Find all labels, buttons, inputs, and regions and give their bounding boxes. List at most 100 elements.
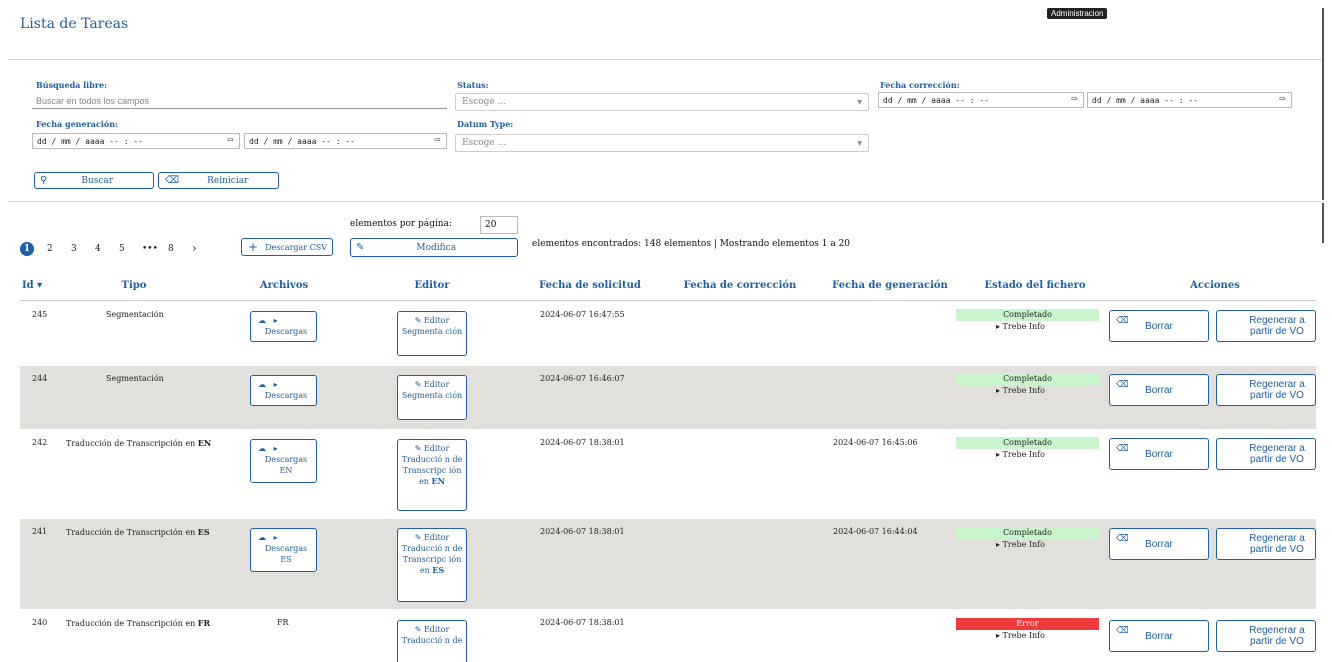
editor-label: Editor Traducció n de (401, 625, 463, 645)
page-ellipsis[interactable]: ••• (142, 244, 158, 254)
header-fecha-correccion[interactable]: Fecha de corrección (670, 280, 810, 291)
descargas-label: Descargas ES (264, 544, 308, 564)
descargas-button[interactable]: ☁ ▸ Descargas EN (250, 439, 317, 483)
borrar-button[interactable]: ⌫ Borrar (1109, 528, 1209, 560)
fecha-correccion-hasta[interactable]: dd / mm / aaaa -- : -- ▭ (1087, 92, 1292, 108)
tooltip: Administracion (1047, 8, 1108, 19)
header-bar (8, 8, 1324, 60)
regenerar-button[interactable]: Regenerar a partir de VO (1216, 310, 1316, 342)
cloud-icon: ☁ (258, 533, 266, 542)
cell-fecha-solicitud: 2024-06-07 16:46:07 (540, 374, 625, 383)
descargas-button[interactable]: ☁ ▸ Descargas (250, 375, 317, 406)
datum-select-value: Escoge ... (462, 138, 507, 148)
search-icon: ⚲ (40, 175, 48, 186)
cell-fecha-solicitud: 2024-06-07 18:38:01 (540, 618, 625, 627)
descargas-button[interactable]: ☁ ▸ Descargas (250, 311, 317, 342)
descargas-button[interactable]: ☁ ▸ Descargas ES (250, 528, 317, 572)
regenerar-button[interactable]: Regenerar a partir de VO (1216, 620, 1316, 652)
editor-button[interactable]: ✎ Editor Traducció n de (397, 620, 467, 662)
eraser-icon: ⌫ (1116, 533, 1129, 543)
header-id[interactable]: Id ▾ (22, 280, 52, 291)
fecha-generacion-desde[interactable]: dd / mm / aaaa -- : -- ▭ (32, 133, 240, 149)
status-badge: Completado (956, 437, 1099, 449)
descargar-csv-label: Descargar CSV (265, 242, 328, 252)
eraser-icon: ⌫ (1116, 625, 1129, 635)
cell-id: 242 (32, 438, 48, 447)
edit-icon: ✎ (414, 316, 422, 325)
regenerar-button[interactable]: Regenerar a partir de VO (1216, 528, 1316, 560)
regenerar-label: Regenerar a partir de VO (1249, 315, 1305, 337)
buscar-button[interactable]: ⚲ Buscar (34, 172, 154, 189)
cell-tipo: Traducción de Transcripción en EN (66, 438, 211, 448)
trebe-info-toggle[interactable]: ▸ Trebe Info (996, 386, 1045, 395)
status-select[interactable]: Escoge ... ▼ (455, 93, 869, 111)
regenerar-button[interactable]: Regenerar a partir de VO (1216, 438, 1316, 470)
page-1[interactable]: 1 (20, 242, 34, 256)
search-input[interactable]: Buscar en todos los campos (32, 93, 447, 109)
descargas-label: Descargas (264, 327, 308, 336)
trebe-info-toggle[interactable]: ▸ Trebe Info (996, 540, 1045, 549)
fecha-generacion-label: Fecha generación: (36, 119, 118, 129)
tipo-prefix: Traducción de Transcripción en (66, 528, 196, 537)
page-2[interactable]: 2 (47, 244, 53, 254)
borrar-label: Borrar (1145, 538, 1173, 550)
tipo-lang: EN (197, 438, 212, 448)
header-tipo[interactable]: Tipo (84, 280, 184, 291)
edit-icon: ✎ (414, 533, 422, 542)
editor-button[interactable]: ✎ Editor Segmenta ción (397, 311, 467, 356)
borrar-button[interactable]: ⌫ Borrar (1109, 620, 1209, 652)
date-placeholder: dd / mm / aaaa -- : -- (883, 95, 989, 105)
calendar-icon[interactable]: ▭ (1280, 94, 1285, 104)
datum-type-select[interactable]: Escoge ... ▼ (455, 134, 869, 152)
status-label: Status: (457, 80, 489, 90)
header-divider (20, 300, 1316, 301)
editor-label: Editor Segmenta ción (401, 380, 463, 400)
borrar-button[interactable]: ⌫ Borrar (1109, 374, 1209, 406)
page-3[interactable]: 3 (71, 244, 77, 254)
descargar-csv-button[interactable]: + Descargar CSV (241, 238, 333, 256)
header-fecha-generacion[interactable]: Fecha de generación (820, 280, 960, 291)
per-page-label: elementos por página: (350, 219, 453, 229)
borrar-label: Borrar (1145, 320, 1173, 332)
calendar-icon[interactable]: ▭ (228, 135, 233, 145)
borrar-button[interactable]: ⌫ Borrar (1109, 438, 1209, 470)
trebe-info-toggle[interactable]: ▸ Trebe Info (996, 631, 1045, 640)
chevron-down-icon: ▼ (857, 99, 862, 106)
borrar-label: Borrar (1145, 384, 1173, 396)
trebe-info-toggle[interactable]: ▸ Trebe Info (996, 450, 1045, 459)
editor-button[interactable]: ✎ Editor Segmenta ción (397, 375, 467, 420)
page-8[interactable]: 8 (168, 244, 174, 254)
fecha-correccion-label: Fecha corrección: (880, 80, 960, 90)
page-5[interactable]: 5 (119, 244, 125, 254)
next-page-icon[interactable]: › (192, 241, 197, 255)
regenerar-button[interactable]: Regenerar a partir de VO (1216, 374, 1316, 406)
fecha-correccion-desde[interactable]: dd / mm / aaaa -- : -- ▭ (878, 92, 1084, 108)
header-editor[interactable]: Editor (382, 280, 482, 291)
cell-tipo: Segmentación (106, 374, 164, 383)
results-summary: elementos encontrados: 148 elementos | M… (532, 239, 851, 249)
header-archivos[interactable]: Archivos (234, 280, 334, 291)
status-select-value: Escoge ... (462, 97, 507, 107)
edit-icon: ✎ (414, 444, 422, 453)
editor-button[interactable]: ✎ Editor Traducció n de Transcripc ión e… (397, 439, 467, 511)
calendar-icon[interactable]: ▭ (435, 135, 440, 145)
table-row: 241 Traducción de Transcripción en ES ☁ … (20, 519, 1316, 609)
borrar-label: Borrar (1145, 630, 1173, 642)
page-4[interactable]: 4 (95, 244, 101, 254)
header-estado[interactable]: Estado del fichero (960, 280, 1110, 291)
trebe-info-toggle[interactable]: ▸ Trebe Info (996, 322, 1045, 331)
regenerar-label: Regenerar a partir de VO (1249, 379, 1305, 401)
header-fecha-solicitud[interactable]: Fecha de solicitud (520, 280, 660, 291)
borrar-button[interactable]: ⌫ Borrar (1109, 310, 1209, 342)
per-page-input[interactable]: 20 (480, 216, 518, 234)
modifica-button[interactable]: ✎ Modifica (350, 238, 518, 257)
editor-button[interactable]: ✎ Editor Traducció n de Transcripc ión e… (397, 528, 467, 602)
chevron-down-icon: ▼ (857, 140, 862, 147)
fecha-generacion-hasta[interactable]: dd / mm / aaaa -- : -- ▭ (244, 133, 447, 149)
plus-icon: + (248, 240, 259, 254)
reiniciar-button[interactable]: ⌫ Reiniciar (158, 172, 279, 189)
editor-lang: EN (431, 476, 445, 486)
tipo-lang: FR (197, 618, 211, 628)
calendar-icon[interactable]: ▭ (1072, 94, 1077, 104)
reiniciar-label: Reiniciar (207, 175, 249, 186)
